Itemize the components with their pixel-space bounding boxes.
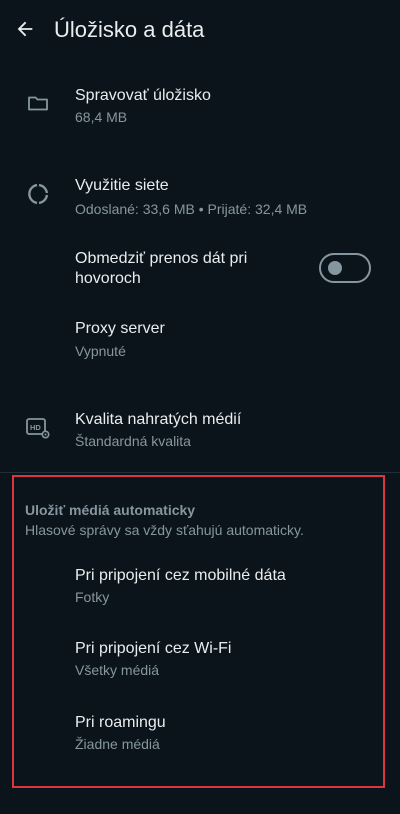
upload-quality-item[interactable]: HD Kvalita nahratých médií Štandardná kv… xyxy=(0,392,400,460)
auto-download-mobile-title: Pri pripojení cez mobilné dáta xyxy=(75,567,286,584)
hd-settings-icon: HD xyxy=(24,414,52,442)
auto-download-description: Hlasové správy sa vždy sťahujú automatic… xyxy=(25,522,304,538)
auto-download-wifi-value: Všetky médiá xyxy=(75,662,160,678)
top-app-bar: Úložisko a dáta xyxy=(0,0,400,62)
storage-and-data-screen: Úložisko a dáta Spravovať úložisko 68,4 … xyxy=(0,0,400,814)
svg-text:HD: HD xyxy=(30,423,41,432)
auto-download-wifi-title: Pri pripojení cez Wi-Fi xyxy=(75,640,232,657)
auto-download-roaming-value: Žiadne médiá xyxy=(75,736,160,752)
folder-icon xyxy=(24,89,52,117)
proxy-status: Vypnuté xyxy=(75,343,126,359)
upload-quality-value: Štandardná kvalita xyxy=(75,433,191,449)
limit-call-data-toggle[interactable] xyxy=(319,253,371,283)
auto-download-roaming-title: Pri roamingu xyxy=(75,714,166,731)
auto-download-mobile-item[interactable]: Pri pripojení cez mobilné dáta Fotky xyxy=(0,555,400,621)
proxy-title: Proxy server xyxy=(75,320,165,337)
network-usage-details: Odoslané: 33,6 MB • Prijaté: 32,4 MB xyxy=(75,201,308,217)
arrow-left-icon xyxy=(14,18,36,45)
limit-call-data-title-line2: hovoroch xyxy=(75,270,141,287)
auto-download-roaming-item[interactable]: Pri roamingu Žiadne médiá xyxy=(0,702,400,768)
toggle-knob xyxy=(328,261,342,275)
data-usage-icon xyxy=(24,180,52,208)
network-usage-title: Využitie siete xyxy=(75,177,169,194)
proxy-item[interactable]: Proxy server Vypnuté xyxy=(0,310,400,370)
auto-download-wifi-item[interactable]: Pri pripojení cez Wi-Fi Všetky médiá xyxy=(0,628,400,694)
storage-size: 68,4 MB xyxy=(75,109,128,125)
section-divider xyxy=(0,472,400,473)
auto-download-mobile-value: Fotky xyxy=(75,589,110,605)
auto-download-header: Uložiť médiá automaticky xyxy=(25,502,196,518)
network-usage-item[interactable]: Využitie siete Odoslané: 33,6 MB • Prija… xyxy=(0,160,400,228)
manage-storage-item[interactable]: Spravovať úložisko 68,4 MB xyxy=(0,70,400,138)
back-button[interactable] xyxy=(8,11,42,51)
limit-call-data-title-line1: Obmedziť prenos dát pri xyxy=(75,250,248,267)
page-title: Úložisko a dáta xyxy=(54,17,205,42)
manage-storage-title: Spravovať úložisko xyxy=(75,87,211,104)
upload-quality-title: Kvalita nahratých médií xyxy=(75,411,242,428)
